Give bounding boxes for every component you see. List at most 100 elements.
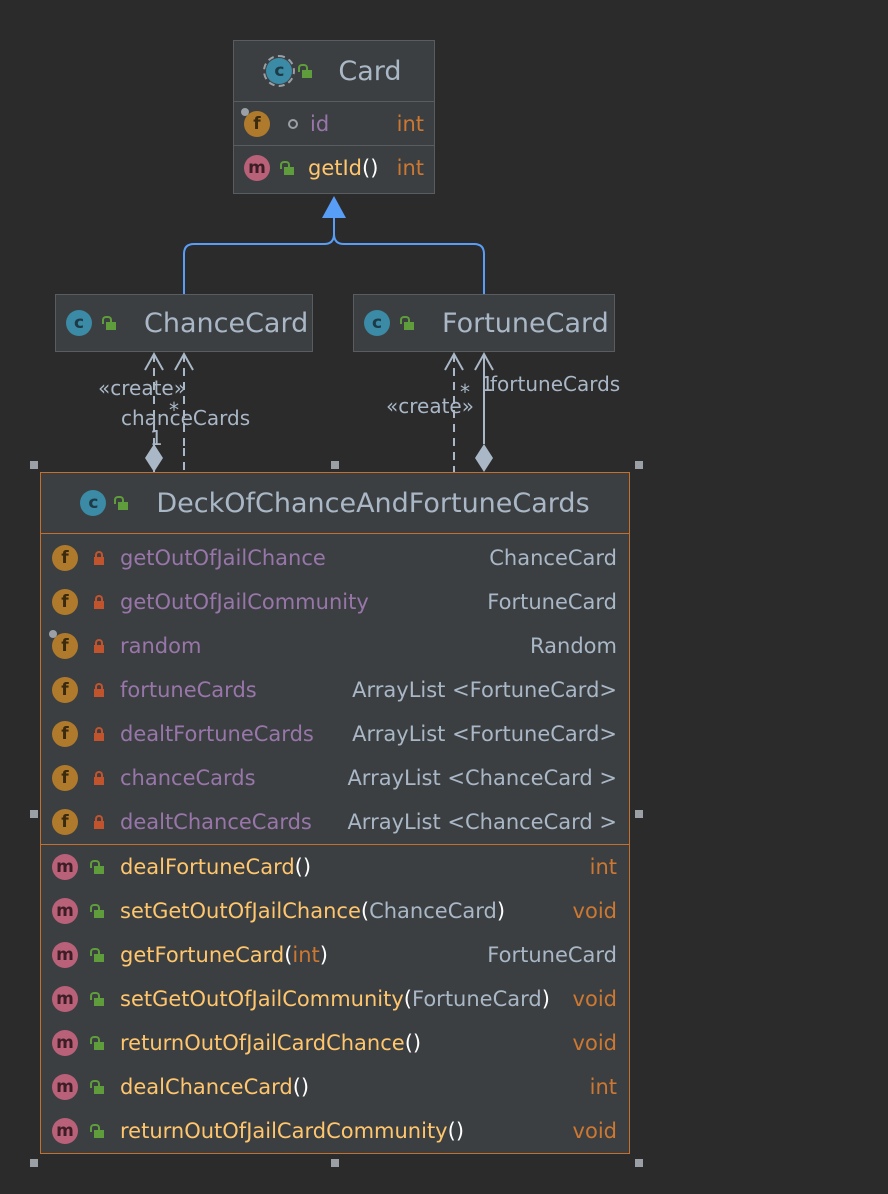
method-row[interactable]: m setGetOutOfJailChance(ChanceCard) void: [41, 889, 629, 933]
resize-handle-bottom-center[interactable]: [331, 1159, 339, 1167]
method-param: FortuneCard: [412, 987, 542, 1011]
field-type: int: [396, 111, 424, 136]
class-icon: c: [80, 490, 107, 516]
method-paren-close: ): [496, 899, 506, 923]
class-name: FortuneCard: [442, 307, 609, 339]
public-icon: [90, 992, 106, 1006]
resize-handle-bottom-left[interactable]: [30, 1159, 38, 1167]
field-row[interactable]: f dealtFortuneCards ArrayList <FortuneCa…: [41, 712, 629, 756]
method-row[interactable]: m setGetOutOfJailCommunity(FortuneCard) …: [41, 977, 629, 1021]
public-icon: [90, 904, 106, 918]
resize-handle-middle-right[interactable]: [635, 810, 643, 818]
class-card[interactable]: c Card f id int m getId() int: [233, 40, 435, 194]
method-icon: m: [244, 154, 270, 181]
private-icon: [92, 551, 106, 565]
field-name: chanceCards: [120, 766, 256, 790]
method-icon: m: [52, 986, 78, 1012]
resize-handle-top-left[interactable]: [30, 461, 38, 469]
method-return-type: void: [572, 1031, 617, 1055]
method-param: ChanceCard: [369, 899, 497, 923]
private-icon: [92, 771, 106, 785]
method-paren-open: (: [360, 899, 370, 923]
method-paren-close: ): [300, 1075, 310, 1099]
class-icon: c: [66, 310, 92, 336]
public-icon: [90, 860, 106, 874]
label-chance-cards: chanceCards: [121, 406, 251, 430]
field-name: dealtChanceCards: [120, 810, 312, 834]
resize-handle-bottom-right[interactable]: [635, 1159, 643, 1167]
method-name: returnOutOfJailCardChance: [120, 1031, 405, 1055]
method-row[interactable]: m getFortuneCard(int) FortuneCard: [41, 933, 629, 977]
field-row[interactable]: f getOutOfJailCommunity FortuneCard: [41, 580, 629, 624]
method-name: getId: [308, 155, 363, 180]
method-row[interactable]: m getId() int: [234, 145, 434, 189]
field-type: ChanceCard: [489, 546, 617, 570]
abstract-class-icon: c: [263, 55, 296, 87]
field-type: ArrayList <ChanceCard >: [347, 810, 617, 834]
class-deck[interactable]: c DeckOfChanceAndFortuneCards f getOutOf…: [40, 472, 630, 1154]
public-icon: [102, 316, 118, 330]
method-name: dealFortuneCard: [120, 855, 295, 879]
field-row[interactable]: f fortuneCards ArrayList <FortuneCard>: [41, 668, 629, 712]
method-row[interactable]: m returnOutOfJailCardCommunity() void: [41, 1109, 629, 1153]
public-icon: [90, 1080, 106, 1094]
method-return-type: int: [589, 1075, 617, 1099]
method-icon: m: [52, 1030, 78, 1056]
method-paren-open: (: [292, 1075, 301, 1099]
class-fortune-card[interactable]: c FortuneCard: [353, 294, 615, 352]
field-icon: f: [52, 809, 78, 835]
method-paren-open: (: [403, 987, 412, 1011]
method-paren-close: ): [541, 987, 550, 1011]
field-type: ArrayList <FortuneCard>: [352, 678, 617, 702]
field-row[interactable]: f chanceCards ArrayList <ChanceCard >: [41, 756, 629, 800]
method-icon: m: [52, 942, 78, 968]
field-row[interactable]: f getOutOfJailChance ChanceCard: [41, 536, 629, 580]
public-icon: [280, 160, 296, 175]
method-row[interactable]: m dealChanceCard() int: [41, 1065, 629, 1109]
method-paren-close: ): [370, 155, 379, 180]
class-icon: c: [364, 310, 390, 336]
method-row[interactable]: m returnOutOfJailCardChance() void: [41, 1021, 629, 1065]
field-row[interactable]: f random Random: [41, 624, 629, 668]
field-icon: f: [52, 545, 78, 571]
field-type: FortuneCard: [487, 590, 617, 614]
field-name: getOutOfJailCommunity: [120, 590, 369, 614]
class-name: DeckOfChanceAndFortuneCards: [156, 487, 590, 519]
resize-handle-top-center[interactable]: [331, 461, 339, 469]
public-icon: [114, 496, 130, 510]
field-name: random: [120, 634, 202, 658]
methods-section: m dealFortuneCard() int m setGetOutOfJai…: [41, 844, 629, 1153]
method-name: getFortuneCard: [120, 943, 285, 967]
method-paren-close: ): [412, 1031, 422, 1055]
field-name: dealtFortuneCards: [120, 722, 314, 746]
class-name: Card: [338, 55, 402, 87]
field-row[interactable]: f id int: [234, 101, 434, 145]
private-icon: [92, 639, 106, 653]
resize-handle-middle-left[interactable]: [30, 810, 38, 818]
method-row[interactable]: m dealFortuneCard() int: [41, 845, 629, 889]
method-paren-open: (: [447, 1119, 456, 1143]
composition-diamond-fortune: [475, 444, 493, 472]
field-icon: f: [52, 677, 78, 703]
class-name: ChanceCard: [144, 307, 309, 339]
method-return-type: FortuneCard: [487, 943, 617, 967]
method-name: returnOutOfJailCardCommunity: [120, 1119, 448, 1143]
resize-handle-top-right[interactable]: [635, 461, 643, 469]
class-card-header: c Card: [234, 41, 434, 101]
method-paren-open: (: [362, 155, 371, 180]
inheritance-arrowhead: [322, 196, 346, 218]
method-paren-open: (: [284, 943, 293, 967]
field-type: Random: [530, 634, 617, 658]
field-row[interactable]: f dealtChanceCards ArrayList <ChanceCard…: [41, 800, 629, 844]
method-icon: m: [52, 854, 78, 880]
private-icon: [92, 683, 106, 697]
class-chance-card-header: c ChanceCard: [56, 295, 312, 351]
method-name: setGetOutOfJailCommunity: [120, 987, 404, 1011]
field-name: getOutOfJailChance: [120, 546, 326, 570]
package-private-icon: [288, 118, 298, 129]
method-param: int: [292, 943, 320, 967]
class-chance-card[interactable]: c ChanceCard: [55, 294, 313, 352]
inheritance-edge-chance: [183, 218, 335, 294]
method-paren-close: ): [455, 1119, 465, 1143]
field-icon: f: [49, 630, 78, 659]
